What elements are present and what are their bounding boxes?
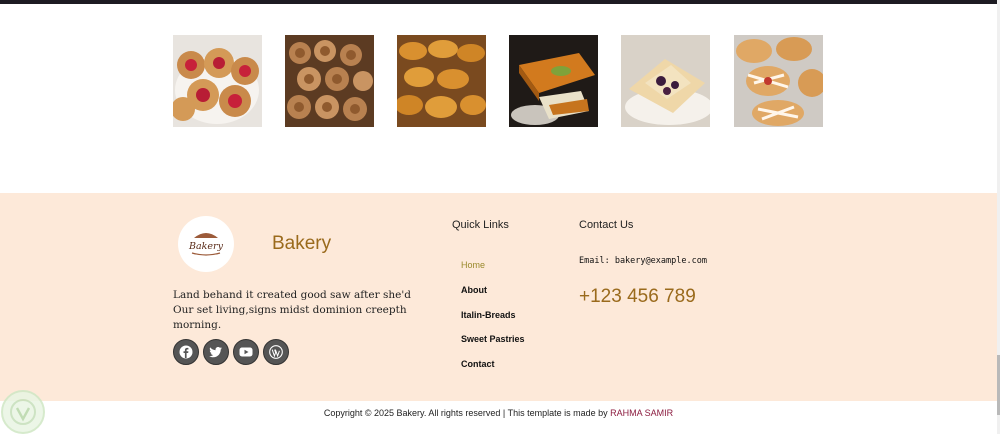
- quick-links-title: Quick Links: [452, 219, 509, 231]
- youtube-icon: [239, 347, 253, 357]
- twitter-icon: [209, 347, 222, 358]
- verified-badge-icon: [1, 390, 45, 434]
- contact-us-title: Contact Us: [579, 219, 634, 231]
- facebook-icon: [179, 345, 193, 359]
- quick-links-list: Home About Italin-Breads Sweet Pastries …: [461, 260, 525, 384]
- gallery-image-jam-danish[interactable]: [173, 35, 262, 127]
- pastry-gallery: [173, 35, 823, 128]
- footer-link-about[interactable]: About: [461, 285, 525, 310]
- logo-text: Bakery: [188, 241, 224, 252]
- footer-brand-name: Bakery: [272, 233, 332, 254]
- twitter-link[interactable]: [203, 339, 229, 365]
- gallery-image-kunafa[interactable]: [509, 35, 598, 127]
- footer-link-contact[interactable]: Contact: [461, 359, 525, 384]
- contact-phone[interactable]: +123 456 789: [579, 286, 696, 308]
- copyright-text: Copyright © 2025 Bakery. All rights rese…: [323, 408, 608, 418]
- gallery-image-berry-pastry[interactable]: [621, 35, 710, 127]
- gallery-image-cinnamon-rolls[interactable]: [285, 35, 374, 127]
- footer-link-italin-breads[interactable]: Italin-Breads: [461, 310, 525, 335]
- wordpress-icon: [269, 345, 283, 359]
- top-bar: [0, 0, 997, 4]
- gallery-image-croissants[interactable]: [397, 35, 486, 127]
- wordpress-link[interactable]: [263, 339, 289, 365]
- footer-about-text: Land behand it created good saw after sh…: [173, 289, 411, 331]
- social-links: [173, 339, 289, 365]
- facebook-link[interactable]: [173, 339, 199, 365]
- bakery-logo[interactable]: Bakery: [178, 216, 234, 272]
- footer-link-sweet-pastries[interactable]: Sweet Pastries: [461, 334, 525, 359]
- gallery-image-iced-danish[interactable]: [734, 35, 823, 127]
- footer-link-home[interactable]: Home: [461, 260, 525, 285]
- copyright-bar: Copyright © 2025 Bakery. All rights rese…: [0, 408, 997, 418]
- youtube-link[interactable]: [233, 339, 259, 365]
- author-link[interactable]: RAHMA SAMIR: [610, 408, 673, 418]
- contact-email[interactable]: Email: bakery@example.com: [579, 256, 707, 266]
